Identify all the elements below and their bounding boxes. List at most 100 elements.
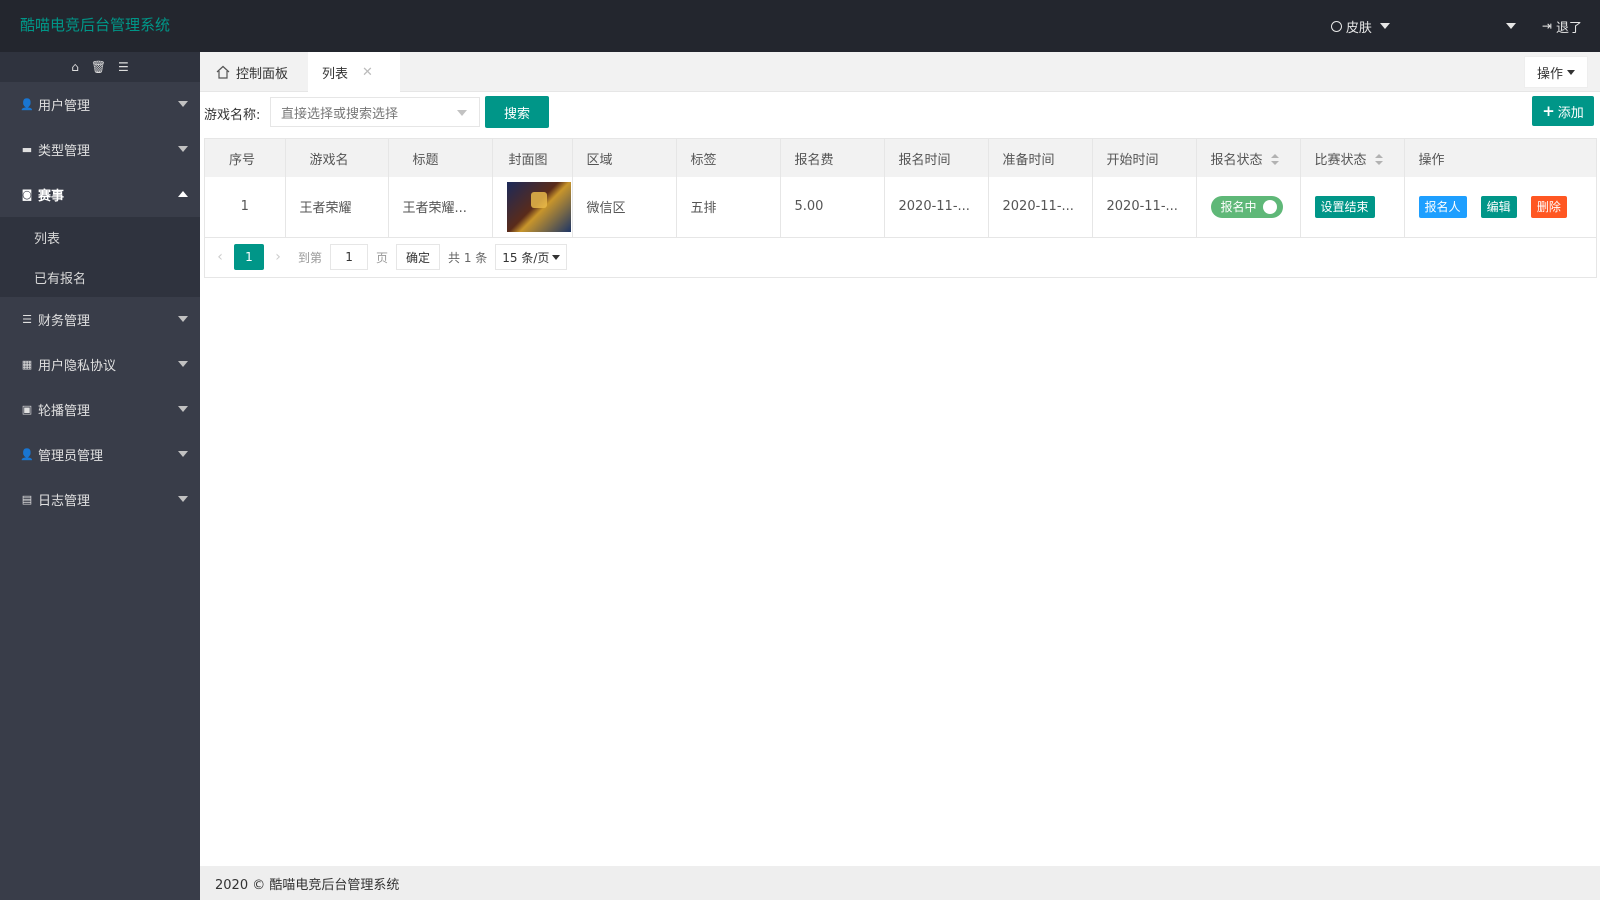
user-icon: 👤 (20, 448, 34, 461)
home-icon[interactable]: ⌂ (71, 60, 79, 74)
page-current[interactable]: 1 (234, 244, 264, 270)
page-size-value: 15 条/页 (502, 250, 550, 265)
gamepad-icon: ◙ (21, 188, 33, 201)
logout-link[interactable]: ⇥ 退了 (1542, 17, 1582, 36)
sidebar-item-type-management[interactable]: ▬ 类型管理 (0, 127, 200, 172)
next-page-icon[interactable]: › (272, 249, 284, 265)
sidebar-item-user-management[interactable]: 👤 用户管理 (0, 82, 200, 127)
cell-game: 王者荣耀 (285, 177, 389, 238)
sidebar-item-label: 管理员管理 (38, 449, 104, 464)
sidebar-item-label: 财务管理 (38, 314, 91, 329)
sidebar-item-carousel[interactable]: ▣ 轮播管理 (0, 387, 200, 432)
page-size-select[interactable]: 15 条/页 (495, 244, 568, 270)
plus-icon: + (1542, 102, 1555, 120)
column-header: 标签 (676, 139, 781, 177)
column-label: 比赛状态 (1314, 152, 1367, 168)
column-header: 准备时间 (988, 139, 1093, 177)
sort-icon[interactable] (1270, 154, 1279, 166)
app-title: 酷喵电竞后台管理系统 (20, 16, 171, 34)
tab-label: 列表 (322, 66, 349, 82)
signup-status-toggle[interactable]: 报名中 (1210, 195, 1283, 218)
footer: 2020 © 酷喵电竞后台管理系统 (200, 866, 1600, 900)
game-name-label: 游戏名称: (204, 108, 261, 123)
toggle-label: 报名中 (1220, 200, 1257, 215)
table-header-row: 序号 游戏名 标题 封面图 区域 标签 报名费 报名时间 准备时间 开始时间 报… (205, 139, 1596, 177)
tab-dashboard[interactable]: 控制面板 (202, 52, 302, 92)
folder-icon: ▬ (21, 143, 33, 156)
chevron-down-icon (457, 110, 467, 116)
home-icon (216, 65, 230, 79)
sidebar-item-admin[interactable]: 👤 管理员管理 (0, 432, 200, 477)
cover-image[interactable] (506, 181, 571, 232)
chevron-down-icon (178, 406, 188, 412)
cell-fee: 5.00 (780, 177, 885, 238)
page-suffix: 页 (376, 250, 389, 265)
set-finished-button[interactable]: 设置结束 (1314, 195, 1375, 218)
game-name-select[interactable]: 直接选择或搜索选择 (270, 97, 480, 127)
column-header-sortable[interactable]: 比赛状态 (1300, 139, 1405, 177)
select-placeholder: 直接选择或搜索选择 (281, 106, 399, 122)
search-form: 游戏名称: 直接选择或搜索选择 搜索 + 添加 (204, 95, 1596, 131)
column-header: 开始时间 (1092, 139, 1197, 177)
menu-icon[interactable]: ☰ (118, 60, 129, 74)
column-label: 报名状态 (1210, 152, 1263, 168)
skin-label: 皮肤 (1345, 20, 1372, 36)
tab-operations-button[interactable]: 操作 (1523, 56, 1588, 88)
user-icon: 👤 (20, 98, 34, 111)
goto-label: 到第 (298, 250, 323, 265)
add-label: 添加 (1557, 105, 1584, 121)
sidebar-item-label: 类型管理 (38, 144, 91, 159)
calendar-icon: ▦ (21, 358, 33, 371)
user-menu[interactable] (1416, 16, 1516, 36)
edit-button[interactable]: 编辑 (1480, 195, 1517, 218)
search-button[interactable]: 搜索 (485, 96, 549, 128)
sidebar-toolbar: ⌂ 🗑 ☰ (0, 52, 200, 82)
cell-index: 1 (205, 177, 286, 238)
header-actions: 皮肤 ⇥ 退了 (1330, 0, 1582, 52)
goto-confirm-button[interactable]: 确定 (396, 244, 441, 270)
sidebar-subnav-events: 列表 已有报名 (0, 217, 200, 297)
chevron-down-icon (178, 316, 188, 322)
close-icon[interactable]: ✕ (362, 65, 373, 80)
footer-text: 2020 © 酷喵电竞后台管理系统 (215, 877, 400, 893)
sidebar-item-finance[interactable]: ☰ 财务管理 (0, 297, 200, 342)
skin-menu[interactable]: 皮肤 (1330, 17, 1390, 36)
sidebar-subitem-registered[interactable]: 已有报名 (0, 257, 200, 297)
sidebar-item-label: 轮播管理 (38, 404, 91, 419)
chevron-down-icon (178, 101, 188, 107)
logout-label: 退了 (1555, 20, 1582, 36)
trash-icon[interactable]: 🗑 (91, 60, 106, 74)
tab-label: 控制面板 (236, 66, 289, 82)
prev-page-icon[interactable]: ‹ (214, 249, 226, 265)
goto-page-input[interactable]: 1 (330, 244, 369, 270)
cell-prepare-time: 2020-11-... (988, 177, 1093, 238)
sidebar-subitem-list[interactable]: 列表 (0, 217, 200, 257)
sidebar-item-privacy[interactable]: ▦ 用户隐私协议 (0, 342, 200, 387)
column-header: 游戏名 (285, 139, 389, 177)
list-icon: ☰ (22, 313, 32, 326)
chevron-down-icon (178, 496, 188, 502)
cell-start-time: 2020-11-... (1092, 177, 1197, 238)
participants-button[interactable]: 报名人 (1418, 195, 1467, 218)
add-button[interactable]: + 添加 (1532, 96, 1594, 126)
cell-actions: 报名人 编辑 删除 (1404, 177, 1596, 238)
sidebar-item-events[interactable]: ◙ 赛事 (0, 172, 200, 217)
sort-icon[interactable] (1374, 154, 1383, 166)
column-header: 区域 (572, 139, 677, 177)
tab-list[interactable]: 列表 ✕ (308, 52, 400, 92)
cell-signup-status: 报名中 (1196, 177, 1301, 238)
cell-tag: 五排 (676, 177, 781, 238)
image-icon: ▣ (21, 403, 33, 416)
sidebar-item-logs[interactable]: ▤ 日志管理 (0, 477, 200, 522)
logout-icon: ⇥ (1541, 19, 1552, 33)
chevron-down-icon (178, 451, 188, 457)
chevron-up-icon (178, 191, 188, 197)
column-header: 序号 (205, 139, 286, 177)
column-header-sortable[interactable]: 报名状态 (1196, 139, 1301, 177)
top-header: 酷喵电竞后台管理系统 皮肤 ⇥ 退了 (0, 0, 1600, 52)
column-header: 报名时间 (884, 139, 989, 177)
ops-label: 操作 (1536, 66, 1563, 82)
delete-button[interactable]: 删除 (1530, 195, 1567, 218)
column-header: 报名费 (780, 139, 885, 177)
table-row: 1 王者荣耀 王者荣耀... 微信区 五排 5.00 2020-11-... 2… (205, 177, 1596, 238)
